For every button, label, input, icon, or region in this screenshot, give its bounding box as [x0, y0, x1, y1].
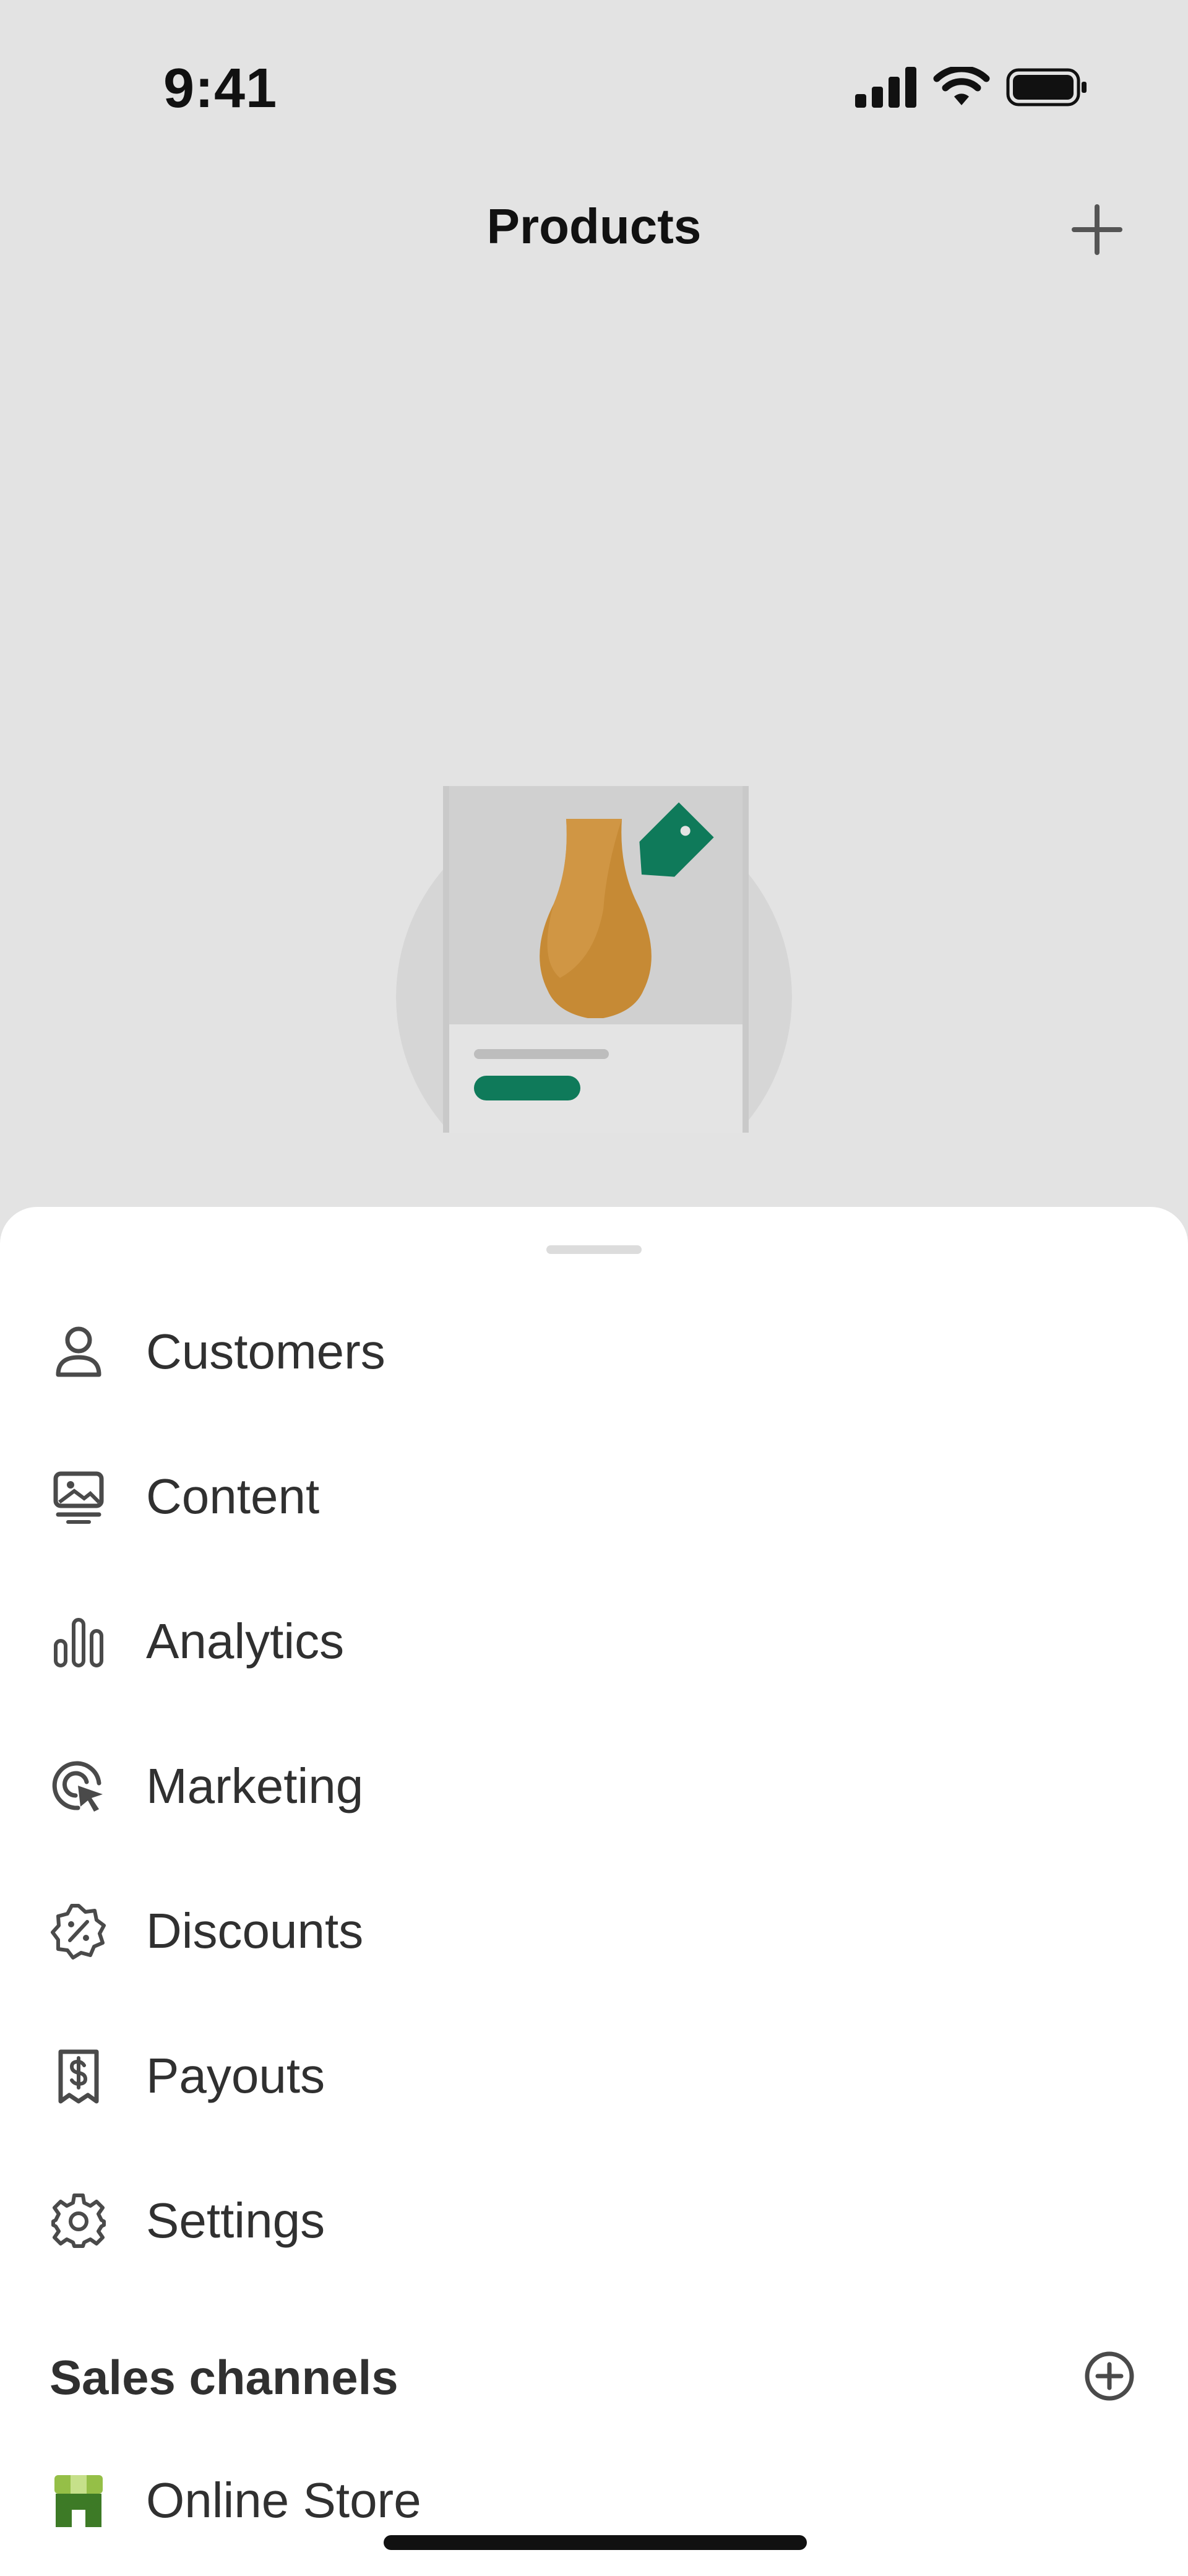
menu-item-content[interactable]: Content: [0, 1435, 1188, 1558]
discount-badge-icon: [51, 1904, 106, 1960]
menu-item-label: Online Store: [146, 2473, 421, 2528]
menu-item-marketing[interactable]: Marketing: [0, 1724, 1188, 1848]
sales-channels-header: Sales channels: [50, 2350, 398, 2405]
status-bar: 9:41: [0, 0, 1188, 179]
sheet-grabber[interactable]: [546, 1245, 642, 1254]
menu-item-customers[interactable]: Customers: [0, 1290, 1188, 1414]
menu-item-discounts[interactable]: Discounts: [0, 1869, 1188, 1993]
navigation-bar: Products: [0, 179, 1188, 279]
navigation-sheet: Customers Content Analytics Marketing Di…: [0, 1207, 1188, 2576]
menu-item-settings[interactable]: Settings: [0, 2159, 1188, 2283]
menu-item-label: Discounts: [146, 1903, 364, 1958]
add-sales-channel-button[interactable]: [1083, 2349, 1136, 2403]
home-indicator[interactable]: [384, 2535, 807, 2550]
target-cursor-icon: [52, 1761, 103, 1812]
menu-item-label: Marketing: [146, 1758, 364, 1813]
circle-plus-icon: [1085, 2351, 1134, 2401]
gear-icon: [51, 2193, 106, 2248]
add-product-button[interactable]: [1069, 202, 1125, 257]
plus-icon: [1072, 204, 1122, 255]
wifi-icon: [933, 67, 990, 105]
menu-item-label: Analytics: [146, 1614, 345, 1669]
menu-item-label: Settings: [146, 2193, 325, 2248]
person-icon: [56, 1326, 101, 1377]
status-time: 9:41: [163, 58, 278, 119]
menu-item-analytics[interactable]: Analytics: [0, 1580, 1188, 1703]
product-illustration-icon: [396, 786, 792, 1195]
page-title: Products: [486, 199, 702, 254]
status-icons: [855, 66, 1089, 109]
storefront-icon: [54, 2475, 103, 2527]
signal-icon: [855, 67, 916, 108]
empty-state-illustration: [390, 774, 798, 1195]
menu-item-label: Content: [146, 1469, 320, 1524]
receipt-dollar-icon: [58, 2049, 99, 2104]
battery-icon: [1006, 68, 1087, 106]
image-icon: [53, 1471, 104, 1524]
bar-chart-icon: [54, 1618, 103, 1667]
menu-item-label: Payouts: [146, 2048, 325, 2103]
menu-item-label: Customers: [146, 1324, 385, 1379]
menu-item-payouts[interactable]: Payouts: [0, 2014, 1188, 2138]
